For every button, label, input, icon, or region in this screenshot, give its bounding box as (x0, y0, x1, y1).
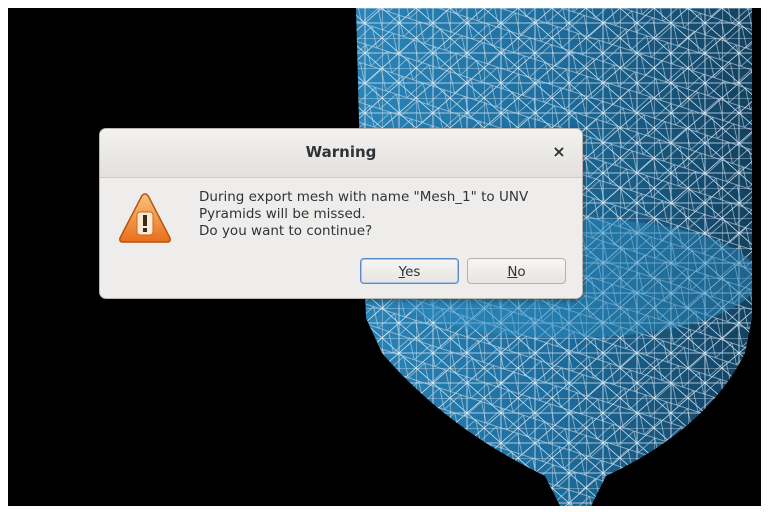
dialog-message: During export mesh with name "Mesh_1" to… (199, 189, 574, 240)
close-button[interactable]: × (548, 141, 570, 163)
warning-dialog: Warning × During export mesh with name "… (99, 128, 583, 299)
no-button[interactable]: No (467, 258, 566, 284)
message-line: Pyramids will be missed. (199, 206, 366, 222)
dialog-title: Warning (305, 143, 377, 161)
message-line: Do you want to continue? (199, 223, 373, 239)
dialog-titlebar[interactable]: Warning × (100, 129, 582, 178)
no-mnemonic: N (507, 264, 518, 280)
yes-button[interactable]: Yes (360, 258, 459, 284)
close-icon: × (552, 142, 566, 161)
warning-triangle-icon (119, 193, 171, 243)
message-line: During export mesh with name "Mesh_1" to… (199, 189, 529, 205)
no-label: o (517, 264, 526, 280)
yes-label: es (405, 264, 421, 280)
